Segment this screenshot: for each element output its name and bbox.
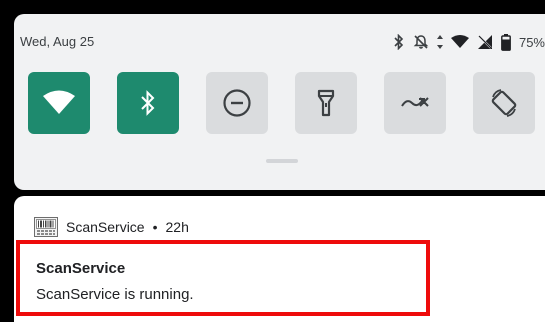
do-not-disturb-tile[interactable] [206, 72, 268, 134]
notification-time: 22h [165, 219, 189, 235]
no-signal-icon [477, 35, 492, 49]
date-label: Wed, Aug 25 [20, 34, 95, 49]
notification-highlight: ScanService ScanService is running. [16, 240, 430, 316]
bluetooth-icon [394, 34, 404, 50]
status-bar: Wed, Aug 25 75% [20, 32, 545, 52]
data-saver-tile[interactable] [384, 72, 446, 134]
wifi-tile[interactable] [28, 72, 90, 134]
rotate-icon [491, 89, 517, 117]
battery-icon [501, 33, 511, 51]
flashlight-icon [317, 89, 335, 117]
battery-percent: 75% [518, 34, 545, 50]
wifi-icon [450, 35, 469, 48]
bluetooth-tile[interactable] [117, 72, 179, 134]
header-separator: • [152, 219, 158, 235]
quick-settings-panel: Wed, Aug 25 75% [14, 14, 545, 190]
status-icons: 75% [393, 32, 545, 52]
barcode-scanner-app-icon [34, 217, 58, 237]
bluetooth-icon [141, 90, 155, 116]
notification-header: ScanService • 22h [34, 215, 189, 239]
data-arrows-icon [436, 35, 443, 49]
notification-title: ScanService [36, 260, 126, 277]
notification-card[interactable]: ScanService • 22h ScanService ScanServic… [14, 196, 545, 322]
flashlight-tile[interactable] [295, 72, 357, 134]
data-saver-icon [401, 97, 429, 107]
wifi-icon [43, 90, 75, 114]
notification-text: ScanService is running. [36, 286, 194, 303]
quick-settings-tiles [28, 72, 535, 134]
notifications-off-icon [413, 35, 429, 49]
expand-handle[interactable] [266, 159, 298, 163]
notification-app-name: ScanService [66, 219, 145, 235]
minus-circle-icon [223, 89, 251, 117]
auto-rotate-tile[interactable] [473, 72, 535, 134]
